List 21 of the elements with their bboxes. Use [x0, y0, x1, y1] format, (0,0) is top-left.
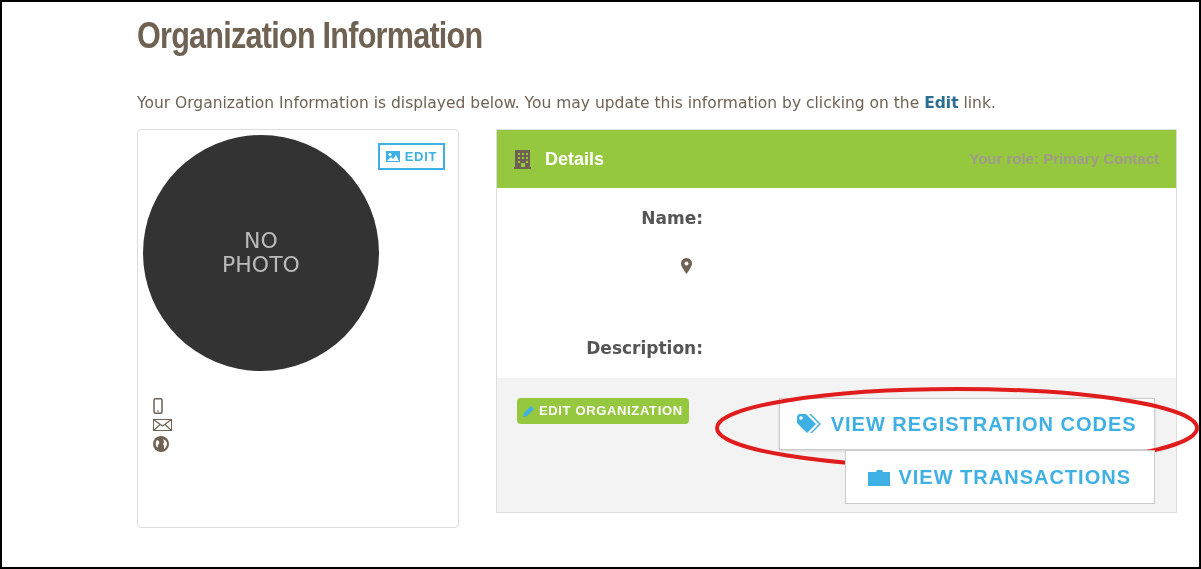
page-title: Organization Information: [137, 14, 483, 58]
globe-icon: [153, 436, 169, 452]
image-icon: [385, 151, 400, 162]
field-label: Name:: [641, 207, 703, 230]
action-button[interactable]: VIEW REGISTRATION CODES: [778, 398, 1155, 450]
folder-icon: [868, 468, 891, 486]
edit-link[interactable]: Edit: [924, 94, 959, 112]
location-pin-icon: [681, 258, 692, 274]
role-text: Your role: Primary Contact: [969, 148, 1159, 169]
edit-photo-button[interactable]: EDIT: [377, 143, 445, 170]
details-title: Details: [545, 147, 605, 171]
field-label: Description:: [586, 337, 703, 360]
tags-icon: [796, 414, 823, 434]
action-button[interactable]: VIEW TRANSACTIONS: [844, 450, 1155, 504]
building-icon: [514, 149, 531, 169]
intro-text: Your Organization Information is displayed below. You may update this information by clicking on the Edit link.: [137, 93, 996, 114]
envelope-icon: [153, 419, 172, 431]
no-photo-text: NO PHOTO: [221, 229, 301, 277]
pencil-icon: [523, 405, 535, 417]
mobile-phone-icon: [153, 398, 163, 414]
edit-organization-button[interactable]: EDIT ORGANIZATION: [517, 398, 689, 424]
